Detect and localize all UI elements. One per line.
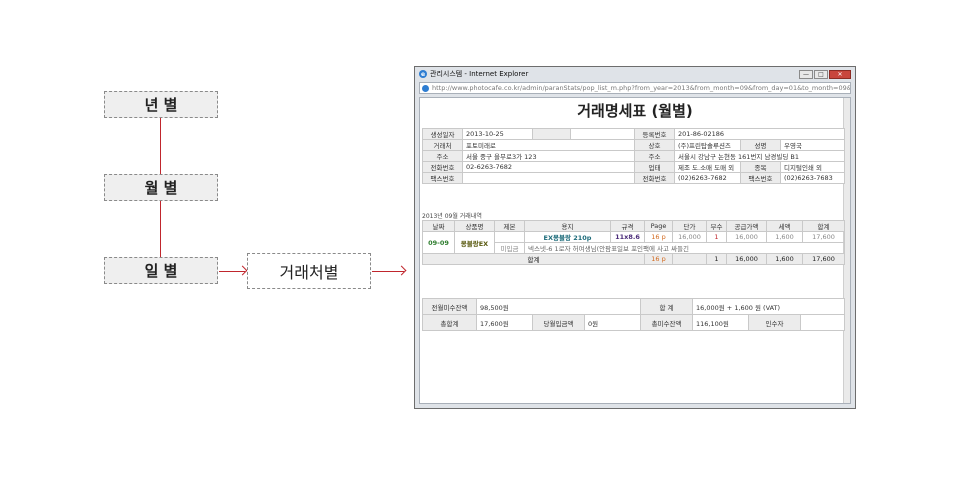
page-content: 거래명세표 (월별) 생성일자 2013-10-25 등록번호 201-86-0… bbox=[419, 97, 851, 404]
total-supply: 16,000 bbox=[726, 253, 767, 265]
row-date: 09-09 bbox=[422, 231, 455, 254]
supplier-phone-label: 전화번호 bbox=[634, 172, 675, 184]
total-unpaid-label: 총미수잔액 bbox=[640, 314, 694, 331]
month-node[interactable]: 월 별 bbox=[104, 174, 218, 201]
window-titlebar[interactable]: e 관리시스템 - Internet Explorer — □ ✕ bbox=[415, 67, 855, 81]
ie-logo-icon: e bbox=[419, 70, 427, 78]
total-tax: 1,600 bbox=[766, 253, 803, 265]
statement-title: 거래명세표 (월별) bbox=[577, 102, 693, 120]
supplier-phone-value: (02)6263-7682 bbox=[674, 172, 741, 184]
col-date: 날짜 bbox=[422, 220, 455, 232]
col-binding: 제본 bbox=[494, 220, 525, 232]
day-node[interactable]: 일 별 bbox=[104, 257, 218, 284]
fax-label: 팩스번호 bbox=[422, 172, 463, 184]
row-page: 16 p bbox=[644, 231, 673, 243]
row-supply: 16,000 bbox=[726, 231, 767, 243]
receiver-label: 인수자 bbox=[748, 314, 802, 331]
row-product: 몽블랑EX bbox=[454, 231, 495, 254]
total-page: 16 p bbox=[644, 253, 673, 265]
address-bar[interactable]: http://www.photocafe.co.kr/admin/paranSt… bbox=[419, 82, 851, 94]
phone-label: 전화번호 bbox=[422, 161, 463, 173]
total-label: 합계 bbox=[422, 253, 645, 265]
company-label: 상호 bbox=[634, 139, 675, 151]
item-value: 디지털인쇄 외 bbox=[779, 161, 846, 173]
biz-type-value: 제조 도.소매 도매 외 bbox=[674, 161, 741, 173]
prev-balance-value: 98,500원 bbox=[475, 298, 642, 315]
grand-total-value: 17,600원 bbox=[476, 314, 533, 331]
col-qty: 부수 bbox=[706, 220, 727, 232]
total-qty: 1 bbox=[706, 253, 727, 265]
col-unit-price: 단가 bbox=[672, 220, 707, 232]
summary-table: 전월미수잔액 98,500원 합 계 16,000원 + 1,600 원 (VA… bbox=[422, 298, 846, 331]
grand-total-label: 총합계 bbox=[422, 314, 477, 331]
client-value: 포토미래로 bbox=[462, 139, 635, 151]
issue-date-label: 생성일자 bbox=[422, 128, 463, 140]
row-unit-price: 16,000 bbox=[672, 231, 707, 243]
window-title: 관리시스템 - Internet Explorer bbox=[430, 70, 529, 78]
col-tax: 세액 bbox=[766, 220, 803, 232]
address-value: 서울 중구 을무로3가 123 bbox=[462, 150, 635, 162]
address-label: 주소 bbox=[422, 150, 463, 162]
history-label: 2013년 09월 거래내역 bbox=[422, 213, 482, 220]
ceo-value: 우영국 bbox=[779, 139, 846, 151]
page-icon bbox=[422, 84, 429, 92]
row-qty: 1 bbox=[706, 231, 727, 243]
row-paper: EX몽블랑 210p bbox=[524, 231, 611, 243]
client-label: 거래처 bbox=[422, 139, 463, 151]
supplier-address-value: 서울시 강남구 논현동 161번지 남경빌딩 B1 bbox=[673, 150, 846, 162]
reg-no-value: 201-86-02186 bbox=[673, 128, 846, 140]
table-row[interactable]: 09-09 몽블랑EX EX몽블랑 210p 11x8.6 16 p 16,00… bbox=[422, 231, 845, 254]
row-binding bbox=[494, 231, 525, 243]
transactions-table: 날짜 상품명 제본 용지 규격 Page 단가 부수 공급가액 세액 합계 09… bbox=[422, 220, 845, 265]
supplier-fax-value: (02)6263-7683 bbox=[779, 172, 846, 184]
year-node[interactable]: 년 별 bbox=[104, 91, 218, 118]
maximize-button[interactable]: □ bbox=[814, 69, 828, 79]
row-tax: 1,600 bbox=[766, 231, 803, 243]
supplier-address-label: 주소 bbox=[634, 150, 675, 162]
supplier-fax-label: 팩스번호 bbox=[740, 172, 781, 184]
receiver-value[interactable] bbox=[800, 314, 846, 331]
col-size: 규격 bbox=[610, 220, 645, 232]
total-row: 합계 16 p 1 16,000 1,600 17,600 bbox=[422, 253, 845, 265]
biz-type-label: 업태 bbox=[634, 161, 675, 173]
prev-balance-label: 전월미수잔액 bbox=[422, 298, 477, 315]
connector-month-day bbox=[160, 201, 161, 257]
connector-year-month bbox=[160, 118, 161, 174]
total-total: 17,600 bbox=[802, 253, 845, 265]
month-paid-value: 0원 bbox=[583, 314, 642, 331]
total-unpaid-value: 116,100원 bbox=[692, 314, 750, 331]
memo-text: 넥스넷-6 1로자 허여생님(안팜표일보 포인팩에 사고 싸들긴 bbox=[524, 242, 845, 254]
close-button[interactable]: ✕ bbox=[829, 69, 851, 79]
phone-value: 02-6263-7682 bbox=[462, 161, 635, 173]
sum-label: 합 계 bbox=[640, 298, 694, 315]
row-total: 17,600 bbox=[802, 231, 845, 243]
sum-value: 16,000원 + 1,600 원 (VAT) bbox=[692, 298, 846, 315]
col-product: 상품명 bbox=[454, 220, 495, 232]
col-supply: 공급가액 bbox=[726, 220, 767, 232]
row-size: 11x8.6 bbox=[610, 231, 645, 243]
arrow-customer-to-window bbox=[372, 271, 404, 272]
statement-info-table: 생성일자 2013-10-25 등록번호 201-86-02186 거래처 포토… bbox=[422, 128, 846, 184]
address-url: http://www.photocafe.co.kr/admin/paranSt… bbox=[432, 84, 851, 92]
minimize-button[interactable]: — bbox=[799, 69, 813, 79]
memo-label: 미입금 bbox=[494, 242, 525, 254]
browser-window: e 관리시스템 - Internet Explorer — □ ✕ http:/… bbox=[414, 66, 856, 409]
ceo-label: 성명 bbox=[740, 139, 781, 151]
col-total: 합계 bbox=[802, 220, 845, 232]
company-value: (주)프린탑솔루션즈 bbox=[674, 139, 741, 151]
col-paper: 용지 bbox=[524, 220, 611, 232]
customer-node[interactable]: 거래처별 bbox=[247, 253, 371, 289]
month-paid-label: 당월입금액 bbox=[532, 314, 585, 331]
reg-no-label: 등록번호 bbox=[634, 128, 675, 140]
issue-date-value: 2013-10-25 bbox=[462, 128, 533, 140]
item-label: 종목 bbox=[740, 161, 781, 173]
col-page: Page bbox=[644, 220, 673, 232]
arrow-day-to-customer bbox=[219, 271, 245, 272]
